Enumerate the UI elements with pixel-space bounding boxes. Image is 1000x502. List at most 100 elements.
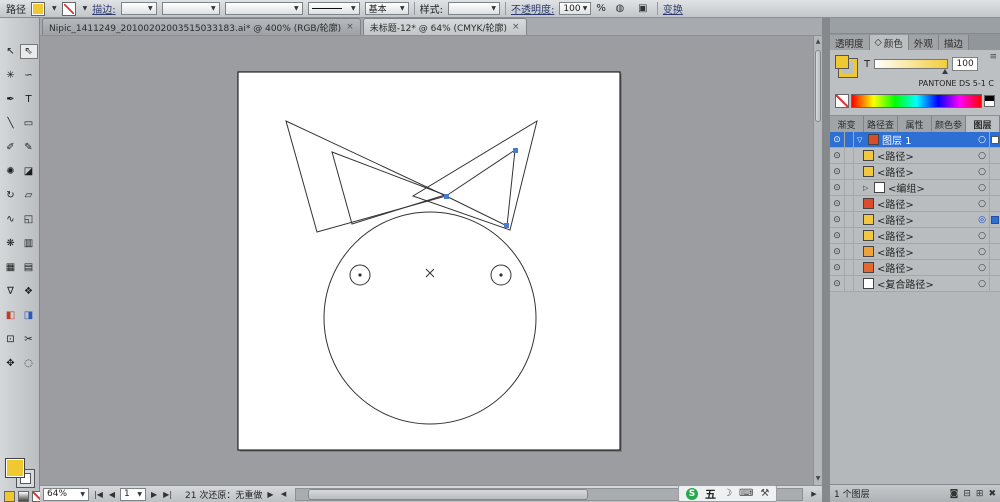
fill-color-swatch[interactable] <box>31 1 45 16</box>
visibility-toggle[interactable]: ⊙ <box>830 196 845 211</box>
rotate-tool[interactable]: ↻ <box>2 188 20 203</box>
layer-name[interactable]: <路径> <box>877 148 914 163</box>
tint-slider[interactable] <box>874 59 949 74</box>
eraser-tool[interactable]: ◪ <box>20 164 38 179</box>
layer-name[interactable]: <路径> <box>877 212 914 227</box>
artboard[interactable] <box>237 71 621 451</box>
black-white-swatches[interactable] <box>984 95 995 107</box>
layer-row-path[interactable]: ⊙ <路径> ◎ <box>830 212 1000 228</box>
opacity-value-select[interactable]: 100 ▼ <box>559 2 592 15</box>
lock-toggle[interactable] <box>845 180 854 195</box>
selection-indicator[interactable] <box>989 132 1000 147</box>
visibility-toggle[interactable]: ⊙ <box>830 212 845 227</box>
horizontal-scroll-thumb[interactable] <box>307 488 589 500</box>
width-tool[interactable]: ∿ <box>2 212 20 227</box>
canvas-area[interactable]: ▲ ▼ <box>40 36 822 485</box>
layer-row-path[interactable]: ⊙ <路径> ○ <box>830 196 1000 212</box>
pencil-tool[interactable]: ✎ <box>20 140 38 155</box>
scroll-down-icon[interactable]: ▼ <box>814 474 822 484</box>
fill-dropdown-icon[interactable]: ▼ <box>52 5 57 12</box>
color-spectrum-bar[interactable] <box>851 94 982 108</box>
eyedropper-tool[interactable]: ∇ <box>2 284 20 299</box>
type-tool[interactable]: T <box>20 92 38 107</box>
brush-definition-select[interactable]: ▼ <box>224 2 303 15</box>
next-artboard-button[interactable]: ▶ <box>150 490 158 499</box>
artboard-number-select[interactable]: 1 ▼ <box>120 487 147 501</box>
panel-fill-swatch[interactable] <box>835 55 849 69</box>
selection-indicator[interactable] <box>989 180 1000 195</box>
target-icon[interactable]: ○ <box>975 263 989 273</box>
live-paint-selection-tool[interactable]: ◨ <box>20 308 38 323</box>
new-layer-button[interactable]: ⊞ <box>976 489 984 499</box>
lock-toggle[interactable] <box>845 260 854 275</box>
layer-name[interactable]: <路径> <box>877 228 914 243</box>
ime-logo-icon[interactable]: S <box>686 487 698 500</box>
blend-tool[interactable]: ❖ <box>20 284 38 299</box>
visibility-toggle[interactable]: ⊙ <box>830 228 845 243</box>
last-artboard-button[interactable]: ▶| <box>162 490 173 499</box>
layer-row-path[interactable]: ⊙ <路径> ○ <box>830 148 1000 164</box>
stroke-color-swatch[interactable] <box>61 1 76 16</box>
paintbrush-tool[interactable]: ✐ <box>2 140 20 155</box>
target-icon[interactable]: ○ <box>975 247 989 257</box>
fill-swatch[interactable] <box>5 458 25 478</box>
anchor-point[interactable] <box>504 223 509 228</box>
first-artboard-button[interactable]: |◀ <box>93 490 104 499</box>
visibility-toggle[interactable]: ⊙ <box>830 276 845 291</box>
graph-tool[interactable]: ▥ <box>20 236 38 251</box>
lock-toggle[interactable] <box>845 196 854 211</box>
ime-keyboard-icon[interactable]: ⌨ <box>739 488 753 499</box>
tab-layers[interactable]: 图层 <box>966 116 1000 132</box>
stroke-weight-select[interactable]: ▼ <box>120 2 157 15</box>
ime-settings-icon[interactable]: ⚒ <box>760 488 769 499</box>
selection-indicator[interactable] <box>989 260 1000 275</box>
layer-name[interactable]: <复合路径> <box>877 276 934 291</box>
live-paint-bucket-tool[interactable]: ◧ <box>2 308 20 323</box>
scale-tool[interactable]: ▱ <box>20 188 38 203</box>
new-sublayer-button[interactable]: ⊟ <box>963 489 971 499</box>
tab-stroke[interactable]: 描边 <box>938 35 969 50</box>
target-icon[interactable]: ○ <box>975 151 989 161</box>
layer-name[interactable]: <编组> <box>888 180 925 195</box>
delete-layer-button[interactable]: ✖ <box>988 489 996 499</box>
pen-tool[interactable]: ✒ <box>2 92 20 107</box>
hand-tool[interactable]: ✥ <box>2 356 20 371</box>
layer-row-path[interactable]: ⊙ <路径> ○ <box>830 228 1000 244</box>
layer-row-path[interactable]: ⊙ <路径> ○ <box>830 164 1000 180</box>
layer-row-group[interactable]: ⊙ ▷ <编组> ○ <box>830 180 1000 196</box>
scroll-up-icon[interactable]: ▲ <box>814 37 822 47</box>
stroke-dropdown-icon[interactable]: ▼ <box>83 5 88 12</box>
anchor-point[interactable] <box>444 194 449 199</box>
status-options-icon[interactable]: ▶ <box>266 490 274 499</box>
selection-indicator[interactable] <box>989 228 1000 243</box>
visibility-toggle[interactable]: ⊙ <box>830 132 845 147</box>
zoom-level-select[interactable]: 64% ▼ <box>43 487 89 501</box>
target-icon[interactable]: ○ <box>975 279 989 289</box>
lock-toggle[interactable] <box>845 164 854 179</box>
select-similar-button[interactable]: ▣ <box>634 1 652 17</box>
close-tab-icon[interactable]: × <box>346 22 354 32</box>
layer-row-path[interactable]: ⊙ <路径> ○ <box>830 244 1000 260</box>
document-tab-2[interactable]: 未标题-12* @ 64% (CMYK/轮廓) × <box>362 18 527 35</box>
opacity-panel-link[interactable]: 不透明度: <box>511 1 554 16</box>
stroke-panel-link[interactable]: 描边: <box>92 1 115 16</box>
ime-halfwidth-icon[interactable]: ☽ <box>723 488 732 499</box>
tab-pathfinder[interactable]: 路径查 <box>864 116 898 132</box>
selection-indicator[interactable] <box>989 244 1000 259</box>
lock-toggle[interactable] <box>845 276 854 291</box>
visibility-toggle[interactable]: ⊙ <box>830 180 845 195</box>
selection-indicator[interactable] <box>989 148 1000 163</box>
document-canvas[interactable] <box>40 36 813 485</box>
direct-selection-tool[interactable]: ⇖ <box>19 44 38 59</box>
stroke-preview-select[interactable]: ▼ <box>307 2 360 15</box>
target-icon-selected[interactable]: ◎ <box>975 215 989 225</box>
zoom-tool[interactable]: ◌ <box>20 356 38 371</box>
layer-row-path[interactable]: ⊙ <路径> ○ <box>830 260 1000 276</box>
variable-width-select[interactable]: ▼ <box>161 2 220 15</box>
tab-appearance[interactable]: 外观 <box>908 35 939 50</box>
tab-gradient[interactable]: 渐变 <box>830 116 864 132</box>
target-icon[interactable]: ○ <box>975 167 989 177</box>
ime-mode-label[interactable]: 五 <box>705 486 716 502</box>
tab-attributes[interactable]: 属性 <box>898 116 932 132</box>
lasso-tool[interactable]: ∽ <box>20 68 38 83</box>
